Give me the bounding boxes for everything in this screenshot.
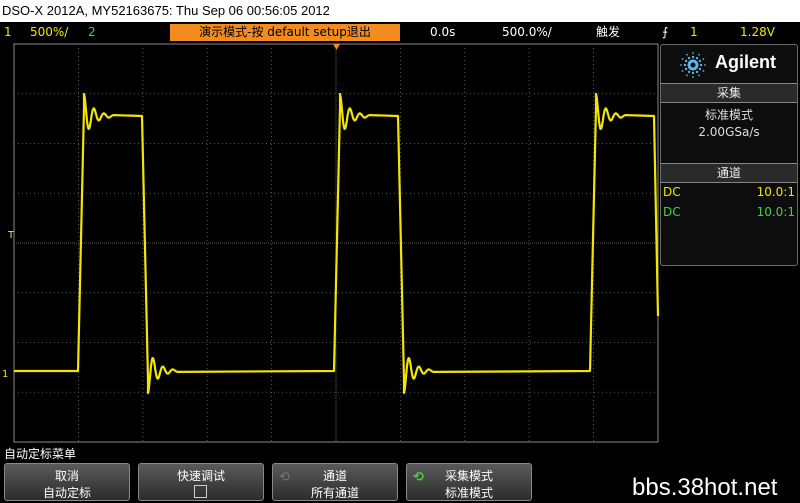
ch1-scale[interactable]: 500%/ [30, 22, 68, 42]
softkey-1-label: 取消 [54, 469, 79, 483]
status-bar: 1 500%/ 2 0.0s 500.0%/ 触发 ⨍ 1 1.28V [0, 22, 800, 42]
softkey-1-value: 自动定标 [42, 486, 91, 500]
ch1-probe: 10.0:1 [756, 185, 795, 199]
trigger-level[interactable]: 1.28V [740, 22, 775, 42]
trigger-source: 1 [690, 25, 698, 39]
ch1-ground-marker[interactable]: 1 [2, 369, 8, 380]
acquisition-header: 采集 [661, 83, 797, 103]
ch2-coupling: DC [663, 205, 681, 219]
brand-logo: Agilent [661, 45, 797, 83]
ch1-coupling: DC [663, 185, 681, 199]
softkey-cancel[interactable]: 取消 自动定标 [4, 463, 130, 501]
trigger-level-marker: T [7, 230, 15, 241]
agilent-spark-icon [680, 52, 706, 78]
channel-row-1: DC 10.0:1 [663, 183, 795, 201]
softkey-acq-mode[interactable]: ⟲ 采集模式 标准模式 [406, 463, 532, 501]
checkbox-icon[interactable] [194, 485, 207, 498]
ch2-probe: 10.0:1 [756, 205, 795, 219]
acquisition-mode: 标准模式 [704, 108, 753, 122]
channels-header: 通道 [661, 163, 797, 183]
side-info-panel: Agilent 采集 标准模式 2.00GSa/s 通道 DC 10.0:1 D… [660, 44, 798, 266]
time-delay[interactable]: 0.0s [430, 22, 455, 42]
brand-name: Agilent [715, 52, 776, 72]
softkey-fast-debug[interactable]: 快速调试 [138, 463, 264, 501]
softkey-3-value: 所有通道 [310, 486, 359, 500]
softkey-2-label: 快速调试 [176, 469, 225, 483]
ch1-number[interactable]: 1 [4, 22, 12, 42]
demo-mode-banner: 演示模式-按 default setup退出 [170, 24, 400, 41]
sample-rate: 2.00GSa/s [698, 125, 760, 139]
ch2-number[interactable]: 2 [88, 22, 96, 42]
site-watermark: bbs.38hot.net [632, 474, 778, 501]
softkey-channels[interactable]: ⟲ 通道 所有通道 [272, 463, 398, 501]
time-scale[interactable]: 500.0%/ [502, 22, 552, 42]
softkey-3-label: 通道 [322, 469, 347, 483]
trigger-mode[interactable]: 触发 [596, 22, 620, 42]
waveform-display[interactable]: T 1 [0, 42, 660, 444]
menu-title: 自动定标菜单 [4, 447, 77, 461]
trigger-edge-icon: ⨍ [662, 25, 669, 39]
softkey-4-label: 采集模式 [444, 469, 493, 483]
window-title: DSO-X 2012A, MY52163675: Thu Sep 06 00:5… [0, 0, 800, 22]
channel-row-2: DC 10.0:1 [663, 203, 795, 221]
softkey-4-value: 标准模式 [444, 486, 493, 500]
